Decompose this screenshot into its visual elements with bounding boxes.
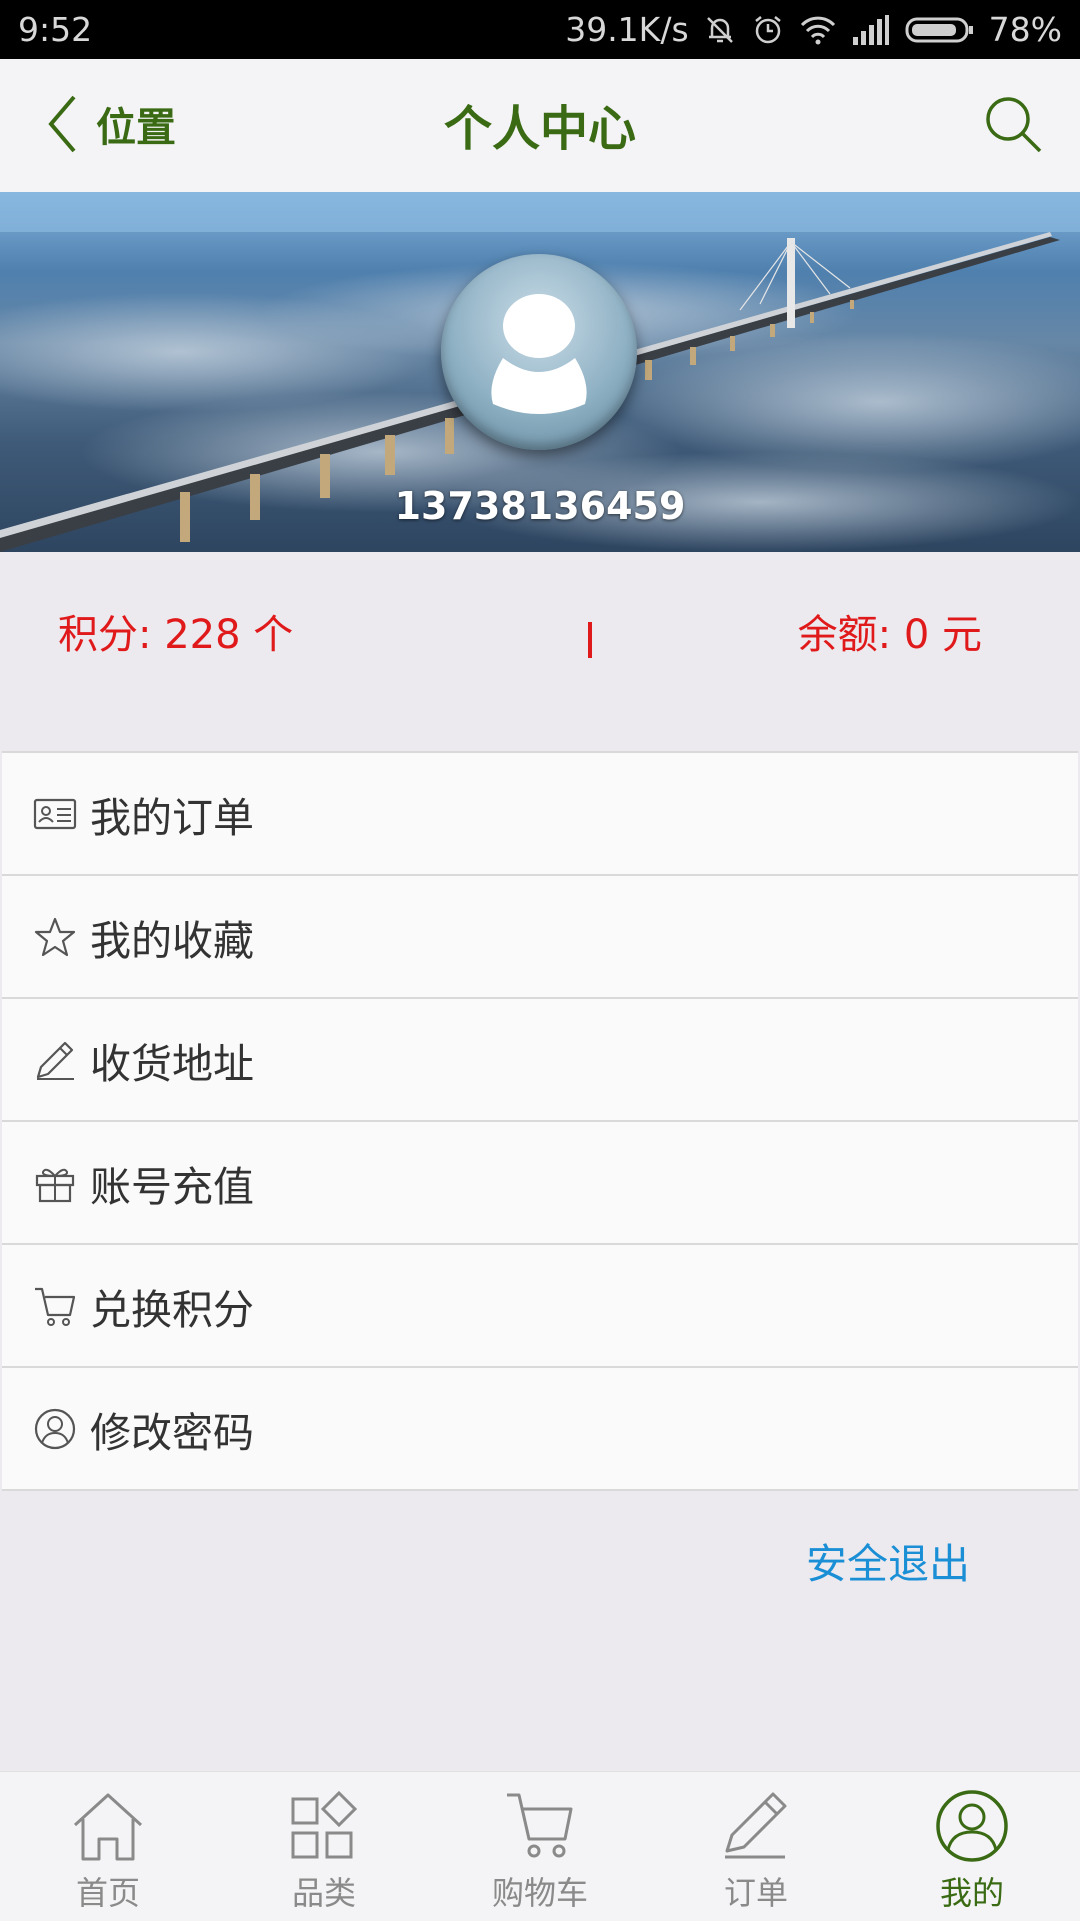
pencil-icon	[716, 1786, 796, 1866]
stats-divider	[588, 622, 592, 658]
tab-label: 订单	[723, 1874, 788, 1912]
account-menu: 我的订单 我的收藏 收货地址 账号充值 兑换积分 修改密码	[2, 751, 1078, 1491]
battery-icon	[905, 17, 973, 42]
status-icons: 39.1K/s 78%	[565, 10, 1062, 49]
home-icon	[68, 1786, 148, 1866]
tab-label: 首页	[75, 1874, 140, 1912]
tab-label: 购物车	[491, 1874, 588, 1912]
wifi-icon	[800, 16, 835, 44]
network-speed: 39.1K/s	[565, 10, 689, 49]
bottom-tab-bar: 首页 品类 购物车 订单 我的	[0, 1771, 1080, 1921]
signal-icon	[852, 14, 889, 45]
star-icon	[32, 914, 78, 960]
tab-mine[interactable]: 我的	[864, 1772, 1080, 1921]
pencil-icon	[32, 1037, 78, 1083]
mute-bell-icon	[706, 16, 733, 43]
tab-cart[interactable]: 购物车	[432, 1772, 648, 1921]
menu-item-shipping-address[interactable]: 收货地址	[2, 999, 1078, 1122]
menu-item-redeem-points[interactable]: 兑换积分	[2, 1245, 1078, 1368]
app-header: 位置 个人中心	[0, 59, 1080, 193]
logout-link[interactable]: 安全退出	[806, 1530, 970, 1590]
menu-item-my-orders[interactable]: 我的订单	[2, 753, 1078, 876]
user-circle-icon	[932, 1786, 1012, 1866]
menu-item-label: 我的收藏	[90, 916, 254, 965]
menu-item-my-favorites[interactable]: 我的收藏	[2, 876, 1078, 999]
menu-item-label: 修改密码	[90, 1408, 254, 1457]
menu-item-label: 我的订单	[90, 793, 254, 842]
search-icon[interactable]	[982, 93, 1046, 157]
page-title: 个人中心	[443, 101, 636, 157]
menu-item-label: 兑换积分	[90, 1285, 254, 1334]
cart-icon	[500, 1786, 580, 1866]
category-icon	[284, 1786, 364, 1866]
menu-item-label: 收货地址	[90, 1039, 254, 1088]
user-phone-number: 13738136459	[394, 484, 686, 528]
user-silhouette-icon	[491, 294, 587, 414]
avatar[interactable]	[441, 254, 637, 450]
menu-item-label: 账号充值	[90, 1162, 254, 1211]
account-stats: 积分: 228 个 余额: 0 元	[0, 552, 1080, 752]
order-card-icon	[32, 791, 78, 837]
menu-item-change-password[interactable]: 修改密码	[2, 1368, 1078, 1491]
status-bar: 9:52 39.1K/s 78%	[0, 0, 1080, 59]
menu-item-account-recharge[interactable]: 账号充值	[2, 1122, 1078, 1245]
cart-icon	[32, 1283, 78, 1329]
alarm-icon	[754, 15, 781, 43]
tab-label: 我的	[939, 1874, 1004, 1912]
tab-orders[interactable]: 订单	[648, 1772, 864, 1921]
tab-label: 品类	[291, 1874, 356, 1912]
tab-category[interactable]: 品类	[216, 1772, 432, 1921]
balance-value: 余额: 0 元	[797, 612, 982, 658]
points-value: 积分: 228 个	[58, 612, 294, 658]
status-time: 9:52	[18, 10, 93, 49]
tab-home[interactable]: 首页	[0, 1772, 216, 1921]
gift-icon	[32, 1160, 78, 1206]
battery-percent: 78%	[988, 10, 1062, 49]
user-circle-icon	[32, 1406, 78, 1452]
